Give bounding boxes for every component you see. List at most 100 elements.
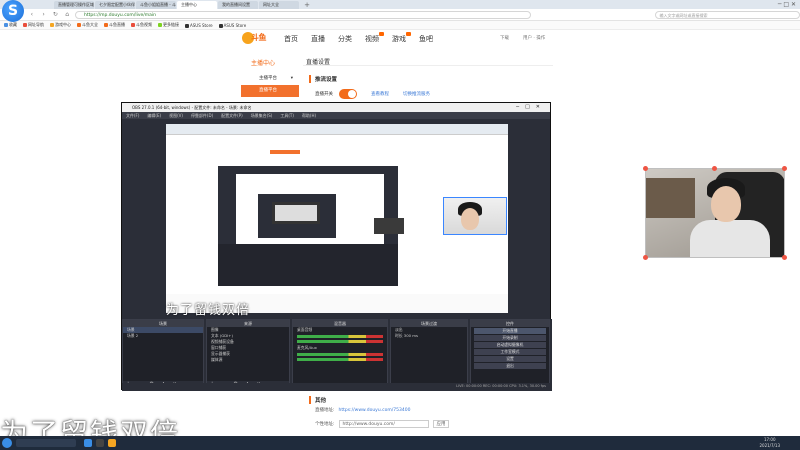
captured-obs-preview: [236, 174, 404, 251]
bookmark-item[interactable]: 斗鱼大全: [77, 22, 98, 28]
start-icon[interactable]: [2, 438, 12, 448]
browser-logo-icon[interactable]: S: [2, 0, 24, 22]
room-label: 个性地址:: [315, 422, 335, 427]
resize-handle[interactable]: [643, 166, 648, 171]
user-menu[interactable]: 用户 · 操作: [523, 35, 545, 41]
share-url[interactable]: https://www.douyu.com/753400: [339, 408, 411, 413]
bookmark-item[interactable]: 斗鱼直播: [104, 22, 125, 28]
resize-handle[interactable]: [782, 255, 787, 260]
obs-menu-bar: 文件(F) 编辑(E) 视图(V) 停靠部件(D) 配置文件(P) 场景集合(S…: [122, 112, 550, 119]
obs-menu-view[interactable]: 视图(V): [169, 112, 183, 119]
new-tab-button[interactable]: +: [300, 1, 310, 9]
transitions-dock-title: 场景过渡: [391, 320, 467, 327]
apply-button[interactable]: 应用: [432, 420, 449, 428]
nav-game[interactable]: 游戏: [392, 32, 411, 44]
search-input[interactable]: 输入文字或网址或直接搜索: [654, 10, 800, 19]
obs-menu-scenes[interactable]: 场景集合(S): [251, 112, 273, 119]
source-item[interactable]: 媒体源: [207, 357, 289, 363]
mixer-dock: 混音器 桌面音频 麦克风/Aux: [292, 319, 388, 389]
bookmark-item[interactable]: 更多链接: [158, 22, 179, 28]
download-link[interactable]: 下载: [500, 35, 509, 41]
taskbar-search[interactable]: [16, 439, 76, 447]
bookmark-item[interactable]: ASUS Store: [218, 23, 246, 28]
tab-6[interactable]: 网址大全: [259, 1, 299, 9]
tutorial-link[interactable]: 查看教程: [371, 91, 389, 97]
custom-address-row: 个性地址: http://www.douyu.com/ 应用: [315, 420, 449, 428]
bookmark-item[interactable]: 游戏中心: [50, 22, 71, 28]
bookmark-item[interactable]: 收藏: [4, 22, 17, 28]
site-nav: 首页 直播 分类 视频 游戏 鱼吧: [284, 32, 433, 44]
captured-obs: [218, 166, 404, 286]
obs-menu-docks[interactable]: 停靠部件(D): [191, 112, 213, 119]
nav-category[interactable]: 分类: [338, 34, 352, 44]
douyu-logo[interactable]: 斗鱼: [242, 32, 270, 45]
start-streaming-button[interactable]: 开始直播: [474, 328, 546, 334]
virtual-camera-button[interactable]: 启动虚拟摄像机: [474, 342, 546, 348]
section-heading: 推流设置: [309, 75, 337, 83]
obs-taskbar-icon[interactable]: [96, 439, 104, 447]
captured-face: [461, 208, 479, 230]
tab-3[interactable]: 斗鱼小姐姐直播 - 斗鱼: [136, 1, 176, 9]
resize-handle[interactable]: [782, 166, 787, 171]
start-recording-button[interactable]: 开始录制: [474, 335, 546, 341]
nav-video[interactable]: 视频: [365, 32, 384, 44]
obs-menu-file[interactable]: 文件(F): [126, 112, 139, 119]
browser-taskbar-icon[interactable]: [84, 439, 92, 447]
clock-date: 2021/7/13: [759, 443, 780, 448]
resize-handle[interactable]: [643, 255, 648, 260]
stream-toggle[interactable]: [339, 89, 357, 99]
obs-menu-tools[interactable]: 工具(T): [280, 112, 294, 119]
tab-1[interactable]: 直播管理可操作区域: [54, 1, 94, 9]
obs-menu-profile[interactable]: 配置文件(P): [221, 112, 243, 119]
webcam-selection-frame[interactable]: [643, 166, 787, 260]
nav-home[interactable]: 首页: [284, 34, 298, 44]
address-input[interactable]: https://mp.douyu.com/live/main: [75, 10, 531, 19]
tab-2[interactable]: 七夕限定配置小伙伴有你在: [95, 1, 135, 9]
home-icon[interactable]: ⌂: [63, 11, 71, 18]
captured-browser-chrome: [166, 124, 508, 135]
obs-menu-help[interactable]: 帮助(H): [302, 112, 316, 119]
sidebar-item-anchor-platform[interactable]: 主播平台 ▾: [241, 73, 299, 85]
chevron-down-icon: ▾: [290, 76, 293, 81]
nav-yuba[interactable]: 鱼吧: [419, 34, 433, 44]
back-icon[interactable]: ‹: [28, 11, 36, 18]
window-controls[interactable]: ─ □ ✕: [778, 0, 796, 9]
share-label: 直播地址:: [315, 408, 335, 413]
sidebar-item-label: 主播平台: [259, 76, 277, 81]
header-right: 下载 用户 · 操作: [500, 35, 545, 41]
sources-dock-title: 来源: [207, 320, 289, 327]
toggle-label: 直播开关: [315, 92, 333, 97]
studio-mode-button[interactable]: 工作室模式: [474, 349, 546, 355]
folder-taskbar-icon[interactable]: [108, 439, 116, 447]
reload-icon[interactable]: ↻: [52, 11, 60, 18]
forward-icon[interactable]: ›: [40, 11, 48, 18]
bookmark-item[interactable]: ASUS Store: [185, 23, 213, 28]
exit-button[interactable]: 退出: [474, 363, 546, 369]
bookmark-item[interactable]: 网址导航: [23, 22, 44, 28]
page-title: 直播设置: [302, 59, 554, 66]
scenes-dock: 场景 场景 场景 2 + − ⚙ ∧ ∨: [122, 319, 204, 389]
obs-window-controls[interactable]: ─□✕: [516, 103, 546, 112]
obs-status-bar: LIVE: 00:00:00 REC: 00:00:00 CPU: 3.1%, …: [122, 383, 552, 389]
tab-5[interactable]: 我的直播间设置: [218, 1, 258, 9]
obs-preview[interactable]: [166, 124, 508, 313]
obs-menu-edit[interactable]: 编辑(E): [147, 112, 161, 119]
sidebar-item-label: 直播平台: [259, 88, 277, 93]
transition-duration[interactable]: 时长 300 ms: [391, 333, 467, 339]
nested-webcam: [374, 218, 404, 234]
room-address-input[interactable]: http://www.douyu.com/: [338, 420, 429, 428]
captured-sidebar-active: [270, 150, 300, 154]
sidebar-item-live-platform[interactable]: 直播平台: [241, 85, 299, 97]
switch-server-link[interactable]: 切换推流服务: [403, 91, 430, 97]
controls-dock: 控件 开始直播 开始录制 启动虚拟摄像机 工作室模式 设置 退出: [470, 319, 550, 389]
obs-docks: 场景 场景 场景 2 + − ⚙ ∧ ∨ 来源 图像 文本 (GDI+) 视频捕…: [122, 319, 552, 391]
bookmark-item[interactable]: 斗鱼视频: [131, 22, 152, 28]
tab-bar: 直播管理可操作区域 七夕限定配置小伙伴有你在 斗鱼小姐姐直播 - 斗鱼 主播中心…: [0, 0, 800, 9]
settings-button[interactable]: 设置: [474, 356, 546, 362]
resize-handle[interactable]: [712, 166, 717, 171]
anchor-sidebar: 主播中心 主播平台 ▾ 直播平台: [241, 52, 299, 102]
nav-live[interactable]: 直播: [311, 34, 325, 44]
other-heading: 其他: [309, 396, 326, 404]
scene-item[interactable]: 场景 2: [123, 333, 203, 339]
tab-4[interactable]: 主播中心: [177, 1, 217, 9]
